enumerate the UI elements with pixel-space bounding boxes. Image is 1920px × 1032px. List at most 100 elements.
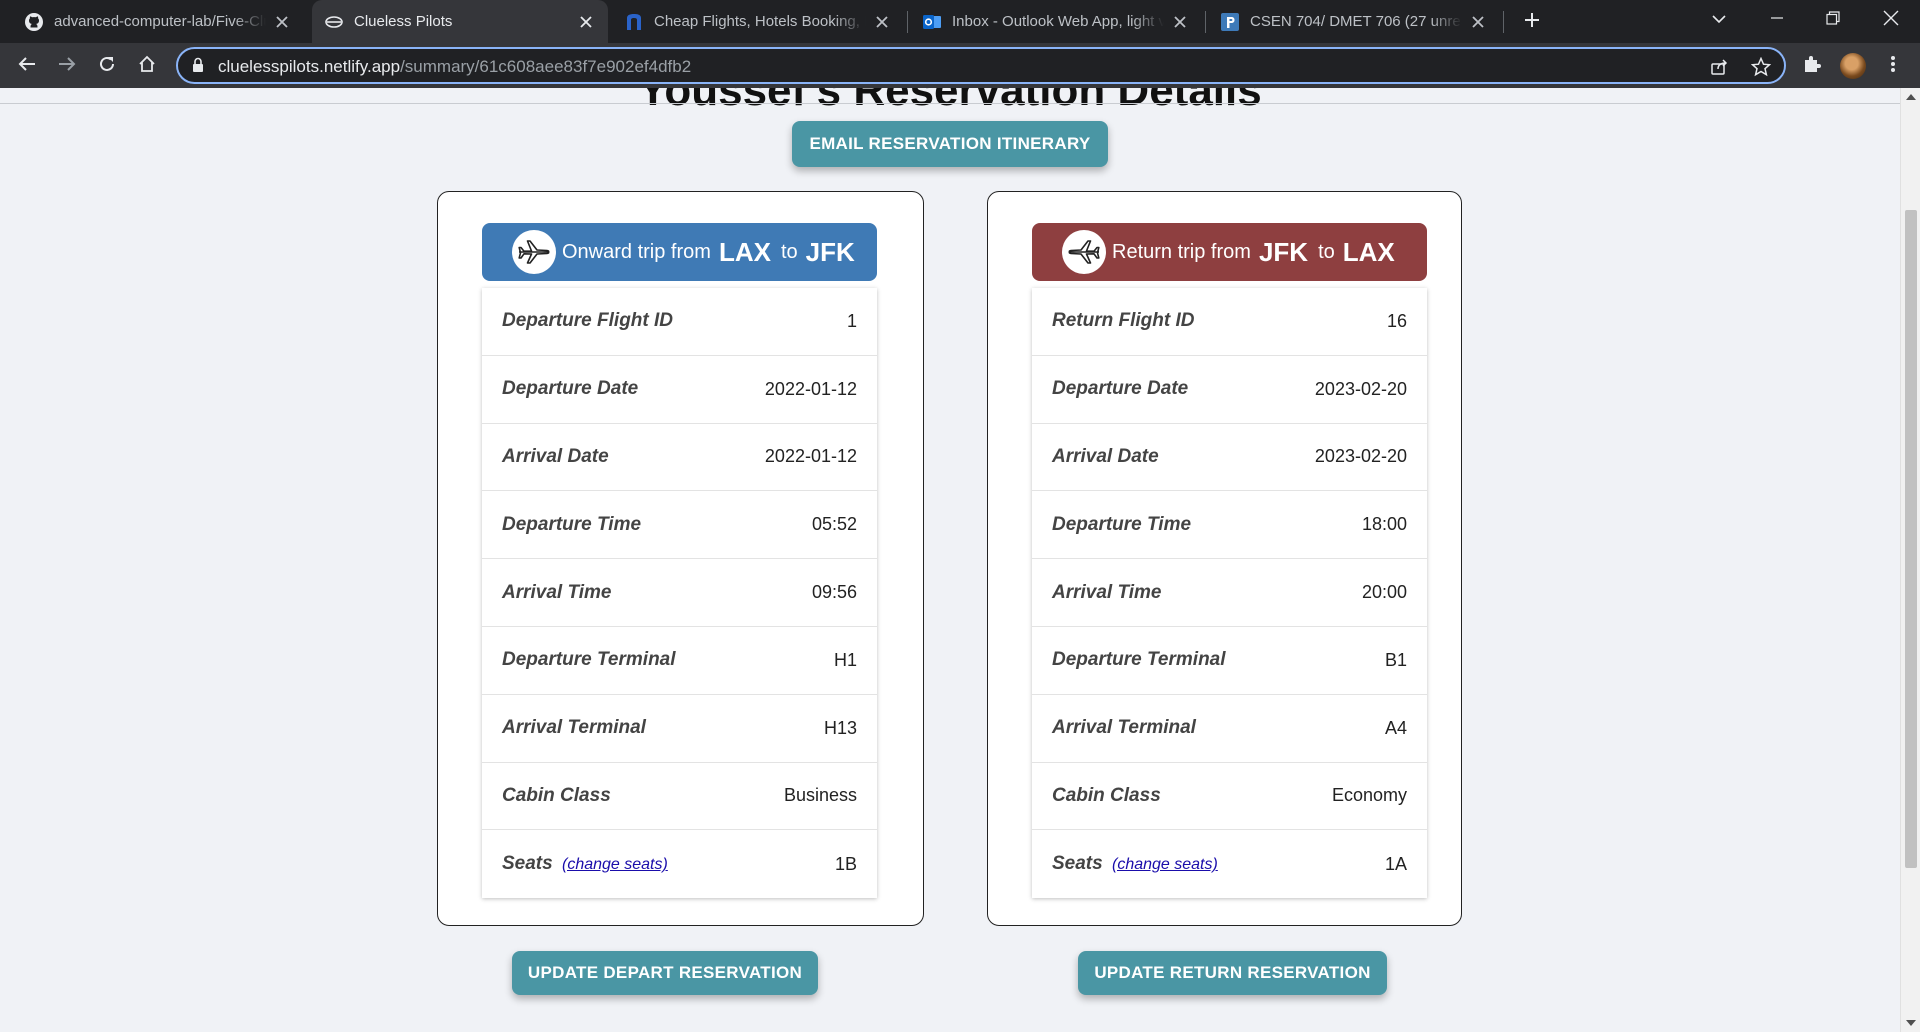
detail-value: 2022-01-12 (764, 378, 857, 399)
back-button[interactable] (12, 51, 42, 81)
plus-icon (1524, 12, 1540, 33)
tab-separator (1205, 11, 1206, 33)
list-item: Departure Terminal B1 (1032, 627, 1427, 695)
browser-tab-clueless-pilots[interactable]: Clueless Pilots (312, 0, 608, 43)
close-icon[interactable] (872, 12, 892, 32)
page-scrollbar[interactable] (1900, 88, 1920, 1032)
close-icon[interactable] (1468, 12, 1488, 32)
tab-search-button[interactable] (1694, 0, 1744, 40)
detail-value: H1 (833, 649, 857, 670)
list-item: Departure Date 2022-01-12 (482, 356, 877, 424)
seats-label: Seats (502, 853, 553, 875)
detail-value: 16 (1386, 310, 1407, 331)
profile-button[interactable] (1838, 51, 1868, 81)
detail-label: Arrival Time (502, 581, 612, 603)
extensions-button[interactable] (1797, 51, 1827, 81)
detail-label: Departure Terminal (1052, 649, 1226, 671)
url-path: /summary/61c608aee83f7e902ef4dfb2 (400, 57, 692, 76)
trip-header-label: Return trip from (1112, 240, 1251, 263)
onward-trip-header: Onward trip from LAX to JFK (482, 223, 877, 281)
origin-code: JFK (1258, 236, 1309, 267)
reload-button[interactable] (92, 51, 122, 81)
minimize-button[interactable] (1752, 0, 1802, 40)
email-itinerary-button[interactable]: EMAIL RESERVATION ITINERARY (792, 121, 1108, 167)
onward-details-list: Departure Flight ID 1 Departure Date 2022-… (482, 288, 877, 899)
destination-code: LAX (1342, 236, 1395, 267)
list-item: Arrival Terminal H13 (482, 695, 877, 763)
home-icon (138, 55, 156, 78)
forward-button[interactable] (52, 51, 82, 81)
update-depart-reservation-button[interactable]: UPDATE DEPART RESERVATION (512, 951, 818, 995)
browser-tab-outlook[interactable]: Inbox - Outlook Web App, light version (910, 0, 1202, 43)
tab-title: Cheap Flights, Hotels Booking, Last Minu… (654, 13, 866, 30)
to-label: to (780, 240, 798, 263)
browser-tab-piazza[interactable]: CSEN 704/ DMET 706 (27 unread) (1208, 0, 1500, 43)
return-details-list: Return Flight ID 16 Departure Date 2023-02… (1032, 288, 1427, 899)
share-icon[interactable] (1708, 56, 1730, 78)
detail-value: 20:00 (1361, 582, 1407, 603)
list-item: Arrival Time 09:56 (482, 559, 877, 627)
list-item: Cabin Class Business (482, 763, 877, 831)
star-icon[interactable] (1750, 56, 1772, 78)
plane-icon (512, 230, 556, 274)
browser-tab-github[interactable]: advanced-computer-lab/Five-Clueless-Pilo… (12, 0, 304, 43)
detail-value: 2023-02-20 (1314, 446, 1407, 467)
detail-label: Departure Flight ID (502, 310, 674, 332)
detail-value: 2023-02-20 (1314, 378, 1407, 399)
return-trip-card: Return trip from JFK to LAX Return Fligh… (987, 191, 1462, 926)
close-icon[interactable] (272, 12, 292, 32)
detail-label: Seats (change seats) (1052, 853, 1218, 875)
list-item: Seats (change seats) 1A (1032, 830, 1427, 898)
detail-label: Arrival Date (502, 445, 609, 467)
detail-label: Departure Terminal (502, 649, 676, 671)
detail-value: 1B (834, 853, 857, 874)
trip-header-label: Onward trip from (562, 240, 711, 263)
detail-value: Business (783, 785, 857, 806)
list-item: Departure Flight ID 1 (482, 288, 877, 356)
close-window-button[interactable] (1866, 0, 1916, 40)
restore-icon (1826, 10, 1840, 30)
plane-icon (1062, 230, 1106, 274)
restore-button[interactable] (1808, 0, 1858, 40)
close-icon[interactable] (1170, 12, 1190, 32)
change-seats-link[interactable]: (change seats) (1112, 856, 1218, 873)
url-text: cluelesspilots.netlify.app/summary/61c60… (218, 57, 691, 77)
detail-value: 2022-01-12 (764, 446, 857, 467)
page-title: Youssef's Reservation Details (638, 88, 1262, 115)
return-trip-header: Return trip from JFK to LAX (1032, 223, 1427, 281)
tab-title: Inbox - Outlook Web App, light version (952, 13, 1164, 30)
page-content: Youssef's Reservation Details EMAIL RESE… (0, 88, 1900, 1032)
destination-code: JFK (805, 236, 855, 267)
home-button[interactable] (132, 51, 162, 81)
kebab-menu-icon (1890, 54, 1896, 79)
origin-code: LAX (718, 236, 771, 267)
list-item: Arrival Date 2022-01-12 (482, 424, 877, 492)
tab-title: advanced-computer-lab/Five-Clueless-Pilo… (54, 13, 266, 30)
chevron-down-icon (1712, 11, 1726, 29)
menu-button[interactable] (1878, 51, 1908, 81)
change-seats-link[interactable]: (change seats) (562, 856, 668, 873)
close-icon (1883, 10, 1899, 31)
browser-tab-cheap-flights[interactable]: Cheap Flights, Hotels Booking, Last Minu… (612, 0, 904, 43)
list-item: Seats (change seats) 1B (482, 830, 877, 898)
reload-icon (98, 55, 116, 78)
close-icon[interactable] (576, 12, 596, 32)
piazza-icon (1220, 12, 1240, 32)
detail-label: Departure Date (502, 378, 639, 400)
seats-label: Seats (1052, 853, 1103, 875)
detail-label: Return Flight ID (1052, 310, 1195, 332)
scroll-up-arrow-icon[interactable] (1906, 94, 1916, 100)
list-item: Cabin Class Economy (1032, 763, 1427, 831)
site-logo-icon (324, 12, 344, 32)
scrollbar-thumb[interactable] (1905, 210, 1917, 868)
list-item: Arrival Date 2023-02-20 (1032, 424, 1427, 492)
detail-label: Cabin Class (1052, 784, 1161, 806)
detail-label: Arrival Time (1052, 581, 1162, 603)
new-tab-button[interactable] (1519, 9, 1545, 35)
update-return-reservation-button[interactable]: UPDATE RETURN RESERVATION (1078, 951, 1387, 995)
detail-value: 05:52 (811, 514, 857, 535)
address-bar[interactable]: cluelesspilots.netlify.app/summary/61c60… (176, 47, 1786, 84)
detail-label: Departure Date (1052, 378, 1189, 400)
avatar (1840, 53, 1866, 79)
scroll-down-arrow-icon[interactable] (1906, 1020, 1916, 1026)
